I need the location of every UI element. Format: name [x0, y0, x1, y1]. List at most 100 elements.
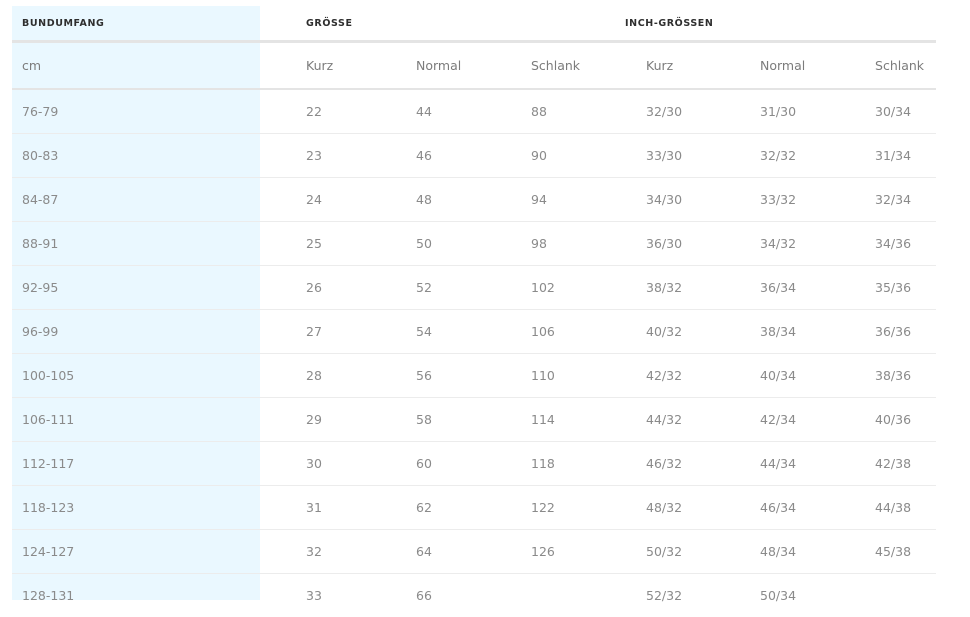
- cell-bundumfang-cm: 124-127: [12, 530, 260, 574]
- cell-groesse-schlank: 114: [488, 398, 603, 442]
- cell-groesse-schlank: 98: [488, 222, 603, 266]
- cell-groesse-kurz: 31: [260, 486, 373, 530]
- table-row: 124-127326412650/3248/3445/38: [12, 530, 936, 574]
- cell-inch-kurz: 40/32: [603, 310, 717, 354]
- cell-groesse-schlank: [488, 574, 603, 617]
- cell-bundumfang-cm: 88-91: [12, 222, 260, 266]
- subheader-inch-kurz: Kurz: [603, 42, 717, 90]
- cell-inch-normal: 48/34: [717, 530, 832, 574]
- cell-inch-normal: 36/34: [717, 266, 832, 310]
- subheader-cm: cm: [12, 42, 260, 90]
- cell-groesse-schlank: 106: [488, 310, 603, 354]
- cell-groesse-schlank: 90: [488, 134, 603, 178]
- table-row: 88-9125509836/3034/3234/36: [12, 222, 936, 266]
- cell-inch-kurz: 34/30: [603, 178, 717, 222]
- cell-bundumfang-cm: 80-83: [12, 134, 260, 178]
- cell-inch-normal: 44/34: [717, 442, 832, 486]
- cell-inch-schlank: 36/36: [832, 310, 936, 354]
- cell-groesse-normal: 54: [373, 310, 488, 354]
- cell-inch-normal: 31/30: [717, 89, 832, 134]
- cell-groesse-normal: 66: [373, 574, 488, 617]
- table-row: 100-105285611042/3240/3438/36: [12, 354, 936, 398]
- table-row: 96-99275410640/3238/3436/36: [12, 310, 936, 354]
- cell-bundumfang-cm: 96-99: [12, 310, 260, 354]
- header-bundumfang: BUNDUMFANG: [12, 6, 260, 42]
- cell-inch-schlank: 30/34: [832, 89, 936, 134]
- table-row: 84-8724489434/3033/3232/34: [12, 178, 936, 222]
- cell-groesse-normal: 52: [373, 266, 488, 310]
- cell-bundumfang-cm: 84-87: [12, 178, 260, 222]
- cell-bundumfang-cm: 106-111: [12, 398, 260, 442]
- cell-inch-kurz: 50/32: [603, 530, 717, 574]
- cell-bundumfang-cm: 112-117: [12, 442, 260, 486]
- cell-inch-kurz: 32/30: [603, 89, 717, 134]
- cell-inch-kurz: 52/32: [603, 574, 717, 617]
- cell-groesse-kurz: 29: [260, 398, 373, 442]
- cell-groesse-kurz: 24: [260, 178, 373, 222]
- cell-inch-schlank: 35/36: [832, 266, 936, 310]
- size-chart: BUNDUMFANG GRÖSSE INCH-GRÖSSEN cm Kurz N…: [12, 6, 936, 600]
- cell-inch-kurz: 36/30: [603, 222, 717, 266]
- cell-bundumfang-cm: 128-131: [12, 574, 260, 617]
- subheader-kurz: Kurz: [260, 42, 373, 90]
- table-row: 76-7922448832/3031/3030/34: [12, 89, 936, 134]
- cell-groesse-normal: 62: [373, 486, 488, 530]
- cell-inch-schlank: 44/38: [832, 486, 936, 530]
- cell-groesse-schlank: 102: [488, 266, 603, 310]
- cell-inch-normal: 33/32: [717, 178, 832, 222]
- cell-groesse-schlank: 126: [488, 530, 603, 574]
- cell-groesse-kurz: 28: [260, 354, 373, 398]
- cell-inch-schlank: [832, 574, 936, 617]
- cell-groesse-normal: 46: [373, 134, 488, 178]
- cell-inch-normal: 50/34: [717, 574, 832, 617]
- cell-groesse-normal: 60: [373, 442, 488, 486]
- cell-groesse-normal: 44: [373, 89, 488, 134]
- cell-groesse-kurz: 25: [260, 222, 373, 266]
- table-row: 106-111295811444/3242/3440/36: [12, 398, 936, 442]
- cell-groesse-normal: 50: [373, 222, 488, 266]
- header-inch-groessen: INCH-GRÖSSEN: [603, 6, 936, 42]
- cell-inch-normal: 32/32: [717, 134, 832, 178]
- cell-bundumfang-cm: 118-123: [12, 486, 260, 530]
- cell-inch-schlank: 42/38: [832, 442, 936, 486]
- cell-inch-schlank: 32/34: [832, 178, 936, 222]
- cell-inch-normal: 34/32: [717, 222, 832, 266]
- subheader-schlank: Schlank: [488, 42, 603, 90]
- size-table: BUNDUMFANG GRÖSSE INCH-GRÖSSEN cm Kurz N…: [12, 6, 936, 617]
- table-row: 80-8323469033/3032/3231/34: [12, 134, 936, 178]
- cell-inch-normal: 38/34: [717, 310, 832, 354]
- cell-inch-schlank: 31/34: [832, 134, 936, 178]
- cell-inch-schlank: 45/38: [832, 530, 936, 574]
- cell-groesse-normal: 56: [373, 354, 488, 398]
- cell-inch-kurz: 48/32: [603, 486, 717, 530]
- table-row: 128-1313366 52/3250/34: [12, 574, 936, 617]
- cell-inch-kurz: 46/32: [603, 442, 717, 486]
- header-groesse: GRÖSSE: [260, 6, 603, 42]
- cell-groesse-kurz: 23: [260, 134, 373, 178]
- cell-groesse-schlank: 94: [488, 178, 603, 222]
- cell-inch-kurz: 42/32: [603, 354, 717, 398]
- cell-inch-schlank: 38/36: [832, 354, 936, 398]
- cell-groesse-schlank: 122: [488, 486, 603, 530]
- cell-groesse-normal: 48: [373, 178, 488, 222]
- cell-groesse-kurz: 30: [260, 442, 373, 486]
- cell-groesse-schlank: 88: [488, 89, 603, 134]
- cell-inch-normal: 40/34: [717, 354, 832, 398]
- cell-inch-kurz: 33/30: [603, 134, 717, 178]
- cell-groesse-normal: 58: [373, 398, 488, 442]
- cell-groesse-kurz: 22: [260, 89, 373, 134]
- cell-groesse-schlank: 118: [488, 442, 603, 486]
- cell-groesse-schlank: 110: [488, 354, 603, 398]
- cell-bundumfang-cm: 76-79: [12, 89, 260, 134]
- cell-groesse-normal: 64: [373, 530, 488, 574]
- cell-groesse-kurz: 26: [260, 266, 373, 310]
- cell-bundumfang-cm: 100-105: [12, 354, 260, 398]
- cell-inch-kurz: 44/32: [603, 398, 717, 442]
- cell-groesse-kurz: 32: [260, 530, 373, 574]
- cell-groesse-kurz: 27: [260, 310, 373, 354]
- cell-inch-normal: 42/34: [717, 398, 832, 442]
- subheader-inch-normal: Normal: [717, 42, 832, 90]
- cell-inch-schlank: 40/36: [832, 398, 936, 442]
- cell-groesse-kurz: 33: [260, 574, 373, 617]
- table-row: 118-123316212248/3246/3444/38: [12, 486, 936, 530]
